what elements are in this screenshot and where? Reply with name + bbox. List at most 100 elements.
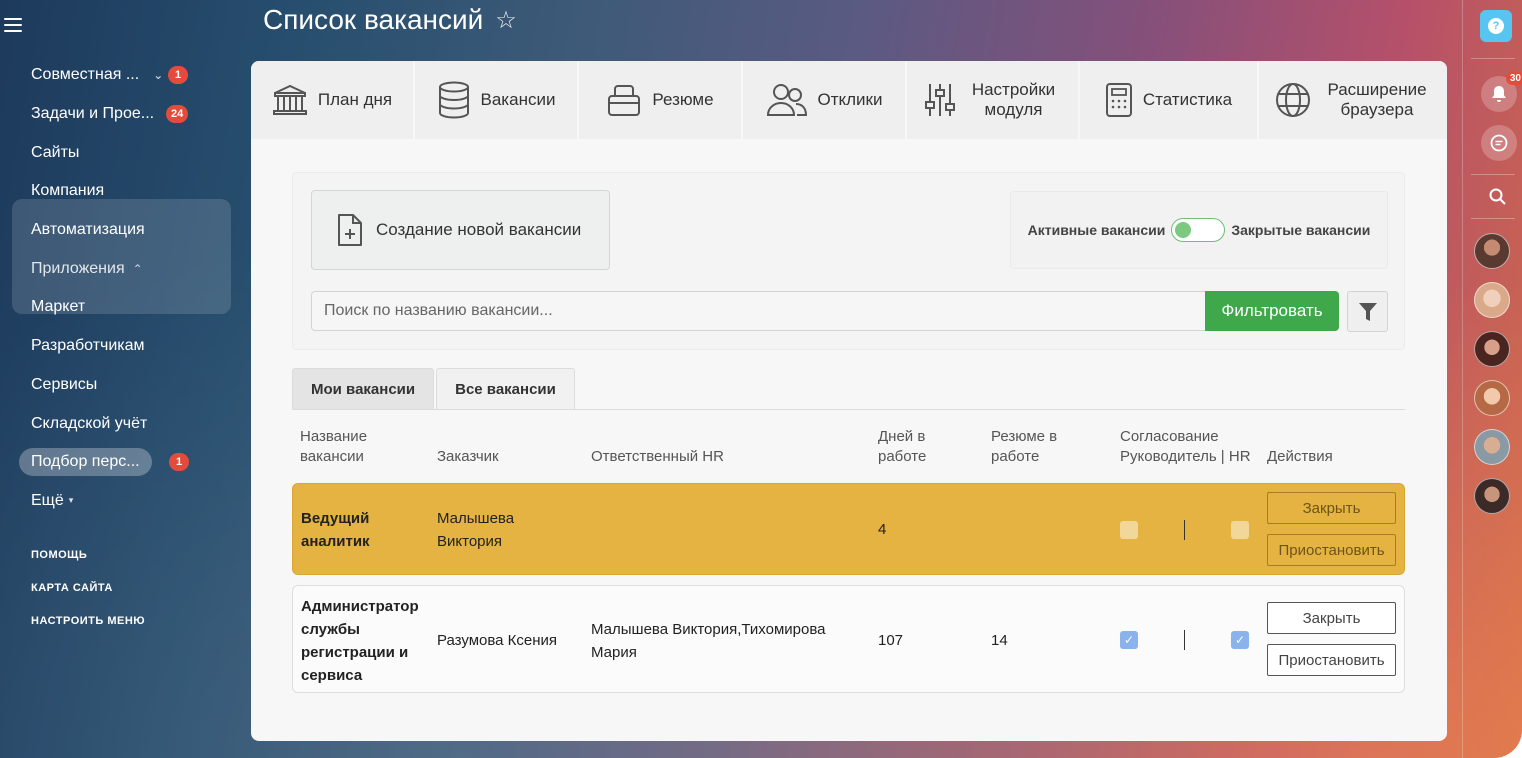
- tab-resumes[interactable]: Резюме: [579, 61, 743, 139]
- tab-day-plan[interactable]: План дня: [251, 61, 415, 139]
- sidebar-item-label: Сайты: [31, 143, 80, 161]
- vacancy-hr: Малышева Виктория,Тихомирова Мария: [591, 621, 826, 661]
- pause-vacancy-button[interactable]: Приостановить: [1267, 534, 1396, 566]
- star-icon[interactable]: ☆: [495, 6, 517, 35]
- close-vacancy-button[interactable]: Закрыть: [1267, 492, 1396, 524]
- chevron-up-icon[interactable]: ⌃: [133, 262, 143, 276]
- column-header-customer: Заказчик: [437, 448, 499, 465]
- sidebar-item-developers[interactable]: Разработчикам: [0, 327, 240, 366]
- users-icon: [766, 84, 807, 116]
- sidebar-item-label: Автоматизация: [31, 221, 145, 239]
- avatar[interactable]: [1474, 478, 1510, 514]
- app-frame: Совместная ... ⌄ 1 Задачи и Прое... 24 С…: [0, 0, 1522, 758]
- sidebar-link-help[interactable]: ПОМОЩЬ: [0, 538, 240, 571]
- divider: [1471, 174, 1515, 175]
- menu-icon[interactable]: [4, 18, 22, 32]
- chevron-down-icon[interactable]: ⌄: [153, 68, 163, 82]
- avatar[interactable]: [1474, 233, 1510, 269]
- close-vacancy-button[interactable]: Закрыть: [1267, 602, 1396, 634]
- divider: [1184, 630, 1185, 650]
- controls-panel: Создание новой вакансии Активные ваканси…: [292, 172, 1405, 350]
- table-row[interactable]: Администратор службы регистрации и серви…: [292, 585, 1405, 693]
- create-vacancy-button[interactable]: Создание новой вакансии: [311, 190, 610, 270]
- approval-hr-checkbox[interactable]: ✓: [1231, 631, 1249, 649]
- caret-down-icon: ▾: [68, 495, 74, 506]
- avatar[interactable]: [1474, 429, 1510, 465]
- sidebar-item-apps[interactable]: Приложения ⌃: [0, 249, 240, 288]
- pause-vacancy-button[interactable]: Приостановить: [1267, 644, 1396, 676]
- file-plus-icon: [338, 214, 362, 246]
- vacancy-status-toggle-group: Активные вакансии Закрытые вакансии: [1010, 191, 1388, 269]
- bell-icon: [1492, 86, 1506, 102]
- vacancy-customer: Малышева Виктория: [437, 510, 515, 550]
- tab-responses[interactable]: Отклики: [743, 61, 907, 139]
- approval-hr-checkbox[interactable]: [1231, 521, 1249, 539]
- page-title: Список вакансий: [263, 4, 484, 35]
- tab-label: Расширение браузера: [1327, 80, 1427, 119]
- approval-manager-checkbox[interactable]: [1120, 521, 1138, 539]
- sidebar-item-company[interactable]: Компания: [0, 172, 240, 211]
- approval-manager-checkbox[interactable]: ✓: [1120, 631, 1138, 649]
- sidebar-item-sites[interactable]: Сайты: [0, 133, 240, 172]
- notifications-button[interactable]: 30: [1481, 72, 1522, 112]
- table-header: Название вакансии Заказчик Ответственный…: [292, 427, 1405, 467]
- sidebar-item-label: Сервисы: [31, 375, 98, 393]
- vacancy-days: 4: [878, 521, 887, 538]
- filter-button[interactable]: Фильтровать: [1205, 291, 1339, 331]
- sidebar-link-configure-menu[interactable]: НАСТРОИТЬ МЕНЮ: [0, 604, 240, 637]
- tab-module-settings[interactable]: Настройки модуля: [907, 61, 1080, 139]
- sidebar-item-warehouse[interactable]: Складской учёт: [0, 404, 240, 443]
- vacancy-customer: Разумова Ксения: [437, 632, 558, 649]
- vacancy-search-input[interactable]: [311, 291, 1206, 331]
- main-card: План дня Вакансии Резюме Отклики Настрой…: [251, 61, 1447, 741]
- help-button[interactable]: ?: [1480, 10, 1512, 42]
- sidebar-item-collab[interactable]: Совместная ... ⌄ 1: [0, 56, 240, 95]
- sidebar-item-label: Приложения: [31, 259, 125, 277]
- sidebar-item-tasks[interactable]: Задачи и Прое... 24: [0, 95, 240, 134]
- tab-label: Отклики: [817, 90, 883, 109]
- tab-all-vacancies[interactable]: Все вакансии: [436, 368, 575, 410]
- sidebar-link-sitemap[interactable]: КАРТА САЙТА: [0, 571, 240, 604]
- search-icon[interactable]: [1489, 188, 1507, 211]
- sidebar-item-market[interactable]: Маркет: [0, 288, 240, 327]
- switch-knob: [1175, 222, 1192, 238]
- tab-label: Резюме: [652, 90, 714, 109]
- chat-icon: [1490, 134, 1508, 152]
- page-header: Список вакансий ☆: [263, 4, 517, 36]
- tab-my-vacancies[interactable]: Мои вакансии: [292, 368, 435, 410]
- column-header-hr: Ответственный HR: [591, 448, 724, 465]
- create-vacancy-label: Создание новой вакансии: [376, 220, 582, 239]
- avatar[interactable]: [1474, 282, 1510, 318]
- avatar[interactable]: [1474, 331, 1510, 367]
- divider: [1184, 520, 1185, 540]
- right-rail: ? 30: [1462, 0, 1522, 758]
- counter-badge: 1: [168, 66, 188, 85]
- tab-vacancies[interactable]: Вакансии: [415, 61, 579, 139]
- sidebar-item-label: Маркет: [31, 298, 86, 316]
- vacancy-name[interactable]: Ведущий аналитик: [301, 507, 411, 553]
- divider: [292, 409, 1405, 410]
- bank-icon: [272, 84, 307, 115]
- chat-button[interactable]: [1481, 125, 1517, 161]
- tab-statistics[interactable]: Статистика: [1080, 61, 1259, 139]
- sidebar-item-label: Разработчикам: [31, 337, 145, 355]
- divider: [1471, 58, 1515, 59]
- sidebar-item-label: Задачи и Прое...: [31, 105, 155, 123]
- sidebar-item-more[interactable]: Ещё ▾: [0, 482, 240, 521]
- column-header-actions: Действия: [1267, 448, 1333, 465]
- table-row[interactable]: Ведущий аналитик Малышева Виктория 4 Зак…: [292, 483, 1405, 575]
- avatar[interactable]: [1474, 380, 1510, 416]
- advanced-filter-button[interactable]: [1347, 291, 1388, 332]
- column-header-approval: Согласование Руководитель | HR: [1120, 428, 1251, 465]
- toggle-label-active: Активные вакансии: [1027, 222, 1166, 238]
- sidebar-item-recruiting[interactable]: Подбор перс... 1: [0, 443, 240, 482]
- tab-label: Настройки модуля: [971, 80, 1056, 119]
- sidebar-item-automation[interactable]: Автоматизация: [0, 211, 240, 250]
- column-header-days: Дней в работе: [878, 428, 927, 465]
- sidebar-item-services[interactable]: Сервисы: [0, 366, 240, 405]
- sidebar-item-label: Подбор перс...: [19, 448, 152, 477]
- vacancy-status-switch[interactable]: [1171, 218, 1226, 242]
- tab-browser-extension[interactable]: Расширение браузера: [1259, 61, 1447, 139]
- vacancy-name[interactable]: Администратор службы регистрации и серви…: [301, 595, 429, 687]
- question-icon: ?: [1488, 18, 1504, 34]
